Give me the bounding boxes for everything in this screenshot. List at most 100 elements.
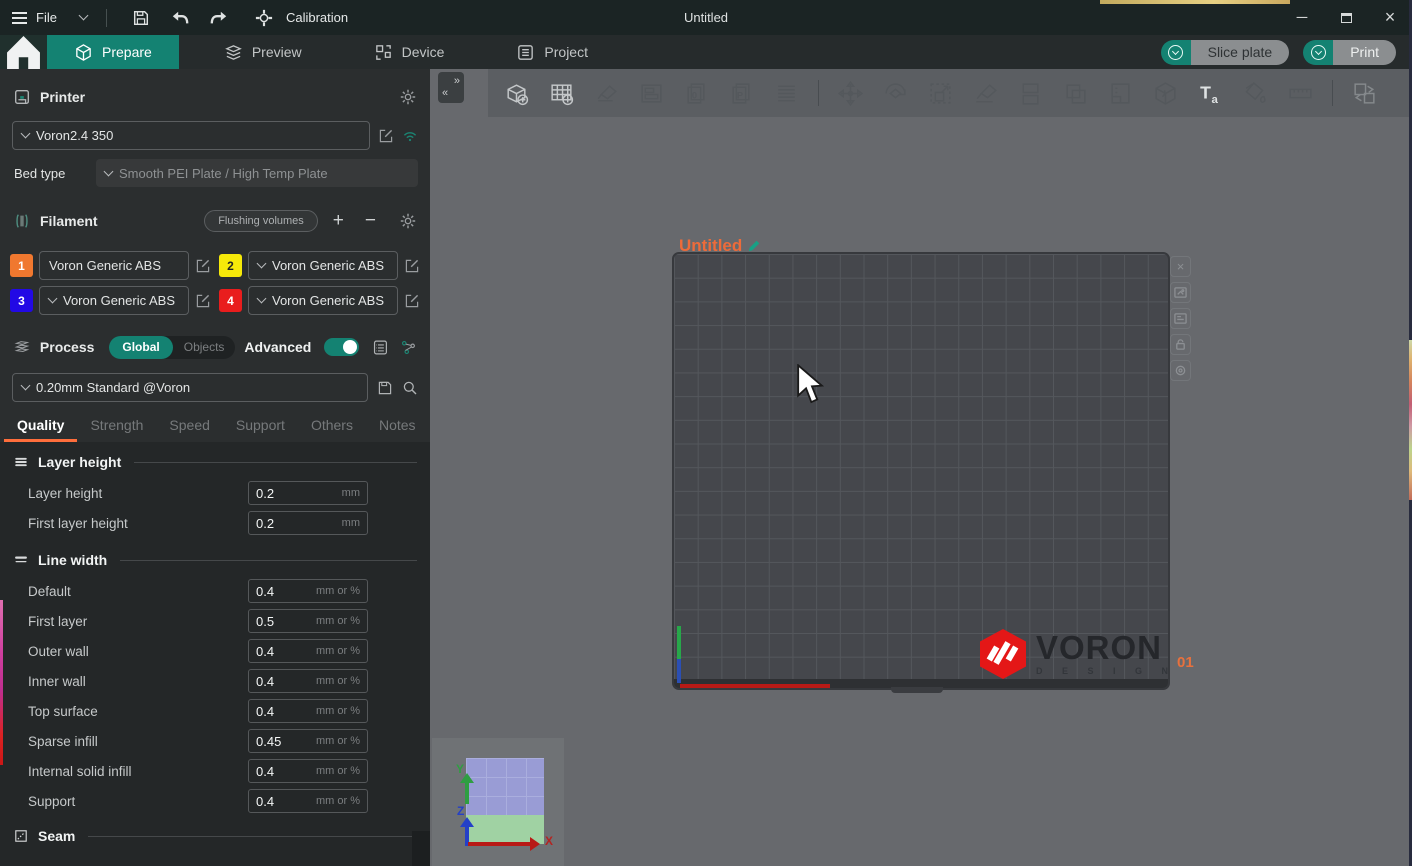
mesh-boolean-button[interactable] (1143, 71, 1188, 115)
build-plate[interactable] (672, 252, 1170, 690)
close-button[interactable]: × (1368, 0, 1412, 35)
scope-global-button[interactable]: Global (109, 336, 172, 359)
delete-plate-icon[interactable]: × (1170, 256, 1191, 277)
line-width-first-layer-input[interactable]: 0.5 mm or % (248, 609, 368, 633)
assembly-view-button[interactable] (1342, 71, 1387, 115)
text-tool-button[interactable]: Ta (1188, 71, 1233, 115)
auto-orient-button[interactable] (584, 71, 629, 115)
compare-presets-icon[interactable] (400, 339, 417, 356)
edit-filament-icon[interactable] (195, 258, 211, 274)
split-to-objects-button[interactable] (1008, 71, 1053, 115)
flushing-volumes-button[interactable]: Flushing volumes (204, 210, 318, 232)
printer-settings-gear-icon[interactable] (399, 88, 417, 106)
calibration-icon[interactable] (249, 5, 279, 31)
filament-select-4[interactable]: Voron Generic ABS (248, 286, 398, 315)
home-button[interactable] (0, 35, 47, 69)
move-button[interactable] (828, 71, 873, 115)
color-painting-button[interactable] (1233, 71, 1278, 115)
measure-button[interactable] (1278, 71, 1323, 115)
plate-settings-icon[interactable] (1170, 360, 1191, 381)
tab-device[interactable]: Device (347, 35, 472, 69)
line-width-top-surface-input[interactable]: 0.4 mm or % (248, 699, 368, 723)
file-menu-chevron-icon[interactable] (79, 11, 89, 21)
filament-select-1[interactable]: Voron Generic ABS (39, 251, 189, 280)
add-object-button[interactable] (494, 71, 539, 115)
edit-filament-icon[interactable] (404, 258, 420, 274)
tab-preview[interactable]: Preview (197, 35, 329, 69)
line-width-inner-wall-input[interactable]: 0.4 mm or % (248, 669, 368, 693)
filament-color-swatch[interactable]: 2 (219, 254, 242, 277)
scope-objects-button[interactable]: Objects (173, 340, 236, 354)
slice-options-chevron-icon[interactable] (1161, 40, 1191, 65)
bed-type-select[interactable]: Smooth PEI Plate / High Temp Plate (96, 159, 418, 187)
filament-select-2[interactable]: Voron Generic ABS (248, 251, 398, 280)
lay-on-face-button[interactable] (963, 71, 1008, 115)
scale-button[interactable] (918, 71, 963, 115)
calibration-menu[interactable]: Calibration (286, 10, 348, 25)
split-to-parts-button[interactable] (1053, 71, 1098, 115)
remove-filament-button[interactable]: − (359, 210, 382, 232)
tab-prepare[interactable]: Prepare (47, 35, 179, 69)
wifi-icon[interactable] (402, 128, 418, 144)
edit-printer-icon[interactable] (378, 128, 394, 144)
maximize-button[interactable] (1324, 0, 1368, 35)
undo-button[interactable] (165, 5, 195, 31)
plate-arrange-icon[interactable] (1170, 308, 1191, 329)
rotate-button[interactable] (873, 71, 918, 115)
slice-plate-button[interactable]: Slice plate (1161, 40, 1290, 65)
collapse-sidebar-button[interactable]: »« (438, 72, 464, 103)
viewport-3d[interactable]: »« 0 P Ta Untitled (430, 69, 1412, 866)
setting-list-icon[interactable] (372, 339, 389, 356)
filament-settings-gear-icon[interactable] (399, 212, 417, 230)
line-width-internal-solid-infill-input[interactable]: 0.4 mm or % (248, 759, 368, 783)
x-axis-arrow (530, 837, 540, 851)
layer-height-input[interactable]: 0.2 mm (248, 481, 368, 505)
tab-speed[interactable]: Speed (156, 417, 222, 442)
mini-overview[interactable]: Y Z X (432, 738, 564, 866)
plate-preview-icon[interactable] (1170, 282, 1191, 303)
filament-select-3[interactable]: Voron Generic ABS (39, 286, 189, 315)
filament-slot-1: 1 Voron Generic ABS (10, 251, 211, 280)
layers-button[interactable] (764, 71, 809, 115)
tab-support[interactable]: Support (223, 417, 298, 442)
file-menu[interactable]: File (36, 10, 57, 25)
search-settings-icon[interactable] (402, 380, 418, 396)
paste-button[interactable]: P (719, 71, 764, 115)
printer-select[interactable]: Voron2.4 350 (12, 121, 370, 150)
process-profile-select[interactable]: 0.20mm Standard @Voron (12, 373, 368, 402)
save-preset-icon[interactable] (377, 380, 393, 396)
edit-filament-icon[interactable] (195, 293, 211, 309)
copy-button[interactable]: 0 (674, 71, 719, 115)
print-options-chevron-icon[interactable] (1303, 40, 1333, 65)
setting-label: Internal solid infill (28, 764, 248, 779)
advanced-toggle[interactable] (324, 338, 359, 356)
filament-color-swatch[interactable]: 3 (10, 289, 33, 312)
slicer-window: File Calibration Untitled ─ × (0, 0, 1412, 866)
line-width-default-input[interactable]: 0.4 mm or % (248, 579, 368, 603)
line-width-sparse-infill-input[interactable]: 0.45 mm or % (248, 729, 368, 753)
redo-button[interactable] (204, 5, 234, 31)
add-filament-button[interactable]: + (327, 210, 350, 232)
tab-strength[interactable]: Strength (77, 417, 156, 442)
arrange-button[interactable] (629, 71, 674, 115)
tab-notes[interactable]: Notes (366, 417, 429, 442)
settings-scrollbar-track[interactable] (412, 831, 430, 866)
rename-plate-pencil-icon[interactable] (747, 239, 761, 253)
filament-color-swatch[interactable]: 1 (10, 254, 33, 277)
lock-plate-icon[interactable] (1170, 334, 1191, 355)
filament-color-swatch[interactable]: 4 (219, 289, 242, 312)
tab-quality[interactable]: Quality (4, 417, 77, 442)
first-layer-height-input[interactable]: 0.2 mm (248, 511, 368, 535)
save-button[interactable] (126, 5, 156, 31)
print-button[interactable]: Print (1303, 40, 1396, 65)
edit-filament-icon[interactable] (404, 293, 420, 309)
tab-project[interactable]: Project (489, 35, 615, 69)
line-width-outer-wall-input[interactable]: 0.4 mm or % (248, 639, 368, 663)
tab-others[interactable]: Others (298, 417, 366, 442)
minimize-button[interactable]: ─ (1280, 0, 1324, 35)
hamburger-menu-icon[interactable] (12, 12, 27, 24)
add-plate-button[interactable] (539, 71, 584, 115)
variable-layer-height-button[interactable] (1098, 71, 1143, 115)
axis-z-label: Z (457, 804, 464, 818)
line-width-support-input[interactable]: 0.4 mm or % (248, 789, 368, 813)
